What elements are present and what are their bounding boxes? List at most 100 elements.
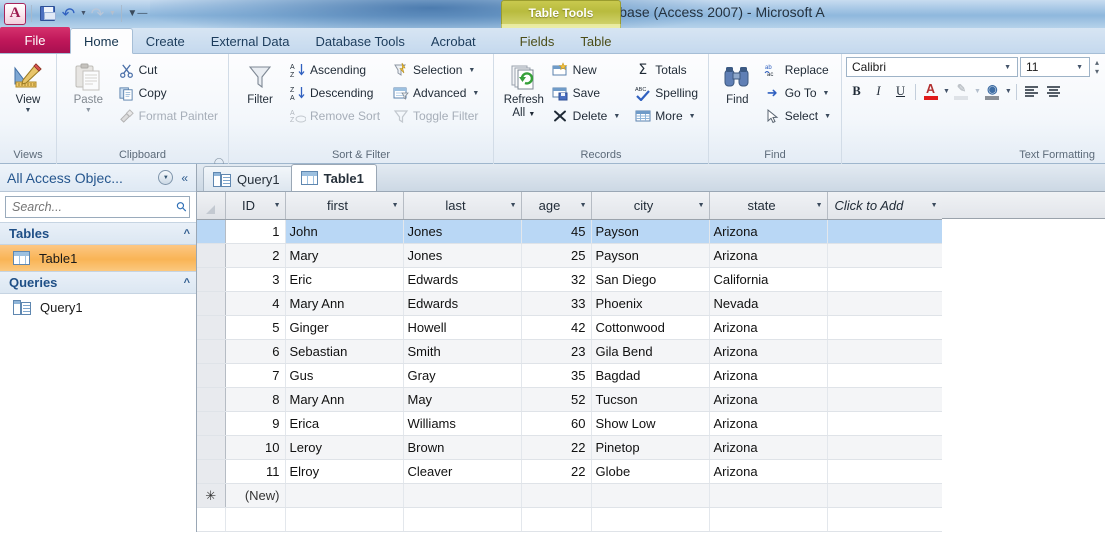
copy-button[interactable]: Copy [114,82,222,104]
new-record-empty-cell[interactable] [591,483,710,508]
cell-click-to-add[interactable] [827,267,943,292]
cell-age[interactable]: 22 [521,459,592,484]
cut-button[interactable]: Cut [114,59,222,81]
column-header-state[interactable]: state ▼ [709,192,828,220]
cell-first[interactable]: Ginger [285,315,404,340]
save-icon[interactable] [37,3,58,24]
cell-last[interactable]: Jones [403,219,522,244]
table-row[interactable]: 2 Mary Jones 25 Payson Arizona [197,243,943,268]
column-header-first[interactable]: first ▼ [285,192,404,220]
cell-state[interactable]: Arizona [709,219,828,244]
paste-button[interactable]: Paste ▼ [63,58,114,115]
new-record-button[interactable]: New [548,59,625,81]
column-dropdown-icon-id[interactable]: ▼ [268,202,281,209]
cell-last[interactable]: Jones [403,243,522,268]
clipboard-dialog-launcher-icon[interactable]: ◯ [214,153,224,167]
cell-city[interactable]: Bagdad [591,363,710,388]
new-record-empty-cell[interactable] [709,483,828,508]
chevron-up-icon-queries[interactable]: ^ [184,277,190,289]
cell-city[interactable]: Show Low [591,411,710,436]
go-to-dropdown-icon[interactable]: ▼ [823,90,830,97]
cell-id[interactable]: 3 [225,267,286,292]
font-size-dropdown-icon[interactable]: ▼ [1072,64,1087,71]
table-row[interactable]: 10 Leroy Brown 22 Pinetop Arizona [197,435,943,460]
delete-dropdown-icon[interactable]: ▼ [613,113,620,120]
cell-click-to-add[interactable] [827,291,943,316]
shrink-font-icon[interactable]: ▾ [1095,68,1099,76]
tab-create[interactable]: Create [133,29,198,53]
cell-city[interactable]: Cottonwood [591,315,710,340]
cell-id[interactable]: 11 [225,459,286,484]
cell-city[interactable]: San Diego [591,267,710,292]
customize-qat-icon[interactable]: ▼— [127,3,148,24]
cell-state[interactable]: Arizona [709,411,828,436]
cell-id[interactable]: 1 [225,219,286,244]
tab-table[interactable]: Table [567,29,624,53]
table-row[interactable]: 6 Sebastian Smith 23 Gila Bend Arizona [197,339,943,364]
cell-last[interactable]: Gray [403,363,522,388]
cell-id[interactable]: 4 [225,291,286,316]
column-dropdown-icon-state[interactable]: ▼ [810,202,823,209]
column-header-last[interactable]: last ▼ [403,192,522,220]
cell-state[interactable]: California [709,267,828,292]
grow-font-icon[interactable]: ▴ [1095,59,1099,67]
new-record-row[interactable]: ✳ (New) [197,483,943,508]
cell-state[interactable]: Nevada [709,291,828,316]
quick-access-toolbar[interactable]: A ↶ ▼ ↷ ▼ ▼— [4,1,148,26]
cell-city[interactable]: Pinetop [591,435,710,460]
cell-click-to-add[interactable] [827,411,943,436]
cell-last[interactable]: Williams [403,411,522,436]
view-button[interactable]: View ▼ [6,58,50,115]
align-left-button[interactable] [1021,81,1042,102]
cell-first[interactable]: Erica [285,411,404,436]
cell-state[interactable]: Arizona [709,459,828,484]
font-name-combo[interactable]: Calibri ▼ [846,57,1018,77]
access-app-icon[interactable]: A [4,2,26,25]
select-all-corner[interactable] [197,192,226,220]
cell-age[interactable]: 32 [521,267,592,292]
document-tab-table1[interactable]: Table1 [290,164,377,191]
selection-button[interactable]: Selection ▼ [388,59,483,81]
tab-database-tools[interactable]: Database Tools [302,29,417,53]
chevron-down-icon[interactable]: ▼ [158,170,174,185]
table-row[interactable]: 4 Mary Ann Edwards 33 Phoenix Nevada [197,291,943,316]
cell-last[interactable]: May [403,387,522,412]
cell-state[interactable]: Arizona [709,387,828,412]
cell-id[interactable]: 10 [225,435,286,460]
tab-fields[interactable]: Fields [507,29,568,53]
row-selector[interactable] [197,315,226,340]
cell-click-to-add[interactable] [827,339,943,364]
advanced-button[interactable]: Advanced ▼ [388,82,483,104]
table-row[interactable]: 9 Erica Williams 60 Show Low Arizona [197,411,943,436]
cell-id[interactable]: 5 [225,315,286,340]
row-selector[interactable] [197,243,226,268]
column-dropdown-icon-add[interactable]: ▼ [925,202,938,209]
filter-button[interactable]: Filter [235,58,285,107]
spelling-button[interactable]: ABC Spelling [630,82,702,104]
cell-first[interactable]: Mary Ann [285,387,404,412]
cell-age[interactable]: 52 [521,387,592,412]
tab-file[interactable]: File [0,27,70,53]
cell-id[interactable]: 9 [225,411,286,436]
table-row[interactable]: 3 Eric Edwards 32 San Diego California [197,267,943,292]
cell-click-to-add[interactable] [827,435,943,460]
cell-city[interactable]: Globe [591,459,710,484]
document-tab-query1[interactable]: Query1 [203,166,293,191]
cell-id[interactable]: 8 [225,387,286,412]
delete-record-button[interactable]: Delete ▼ [548,105,625,127]
nav-group-header-queries[interactable]: Queries ^ [0,271,196,294]
cell-last[interactable]: Brown [403,435,522,460]
cell-click-to-add[interactable] [827,315,943,340]
column-dropdown-icon-first[interactable]: ▼ [386,202,399,209]
cell-city[interactable]: Phoenix [591,291,710,316]
table-row[interactable]: 1 John Jones 45 Payson Arizona [197,219,943,244]
cell-age[interactable]: 25 [521,243,592,268]
more-dropdown-icon[interactable]: ▼ [689,113,696,120]
datasheet[interactable]: ID ▼ first ▼ last ▼ age ▼ city ▼ state ▼ Click… [197,192,1105,532]
font-color-button[interactable]: A [920,81,941,102]
cell-first[interactable]: Gus [285,363,404,388]
cell-click-to-add[interactable] [827,459,943,484]
cell-city[interactable]: Gila Bend [591,339,710,364]
column-dropdown-icon-last[interactable]: ▼ [504,202,517,209]
cell-last[interactable]: Edwards [403,291,522,316]
